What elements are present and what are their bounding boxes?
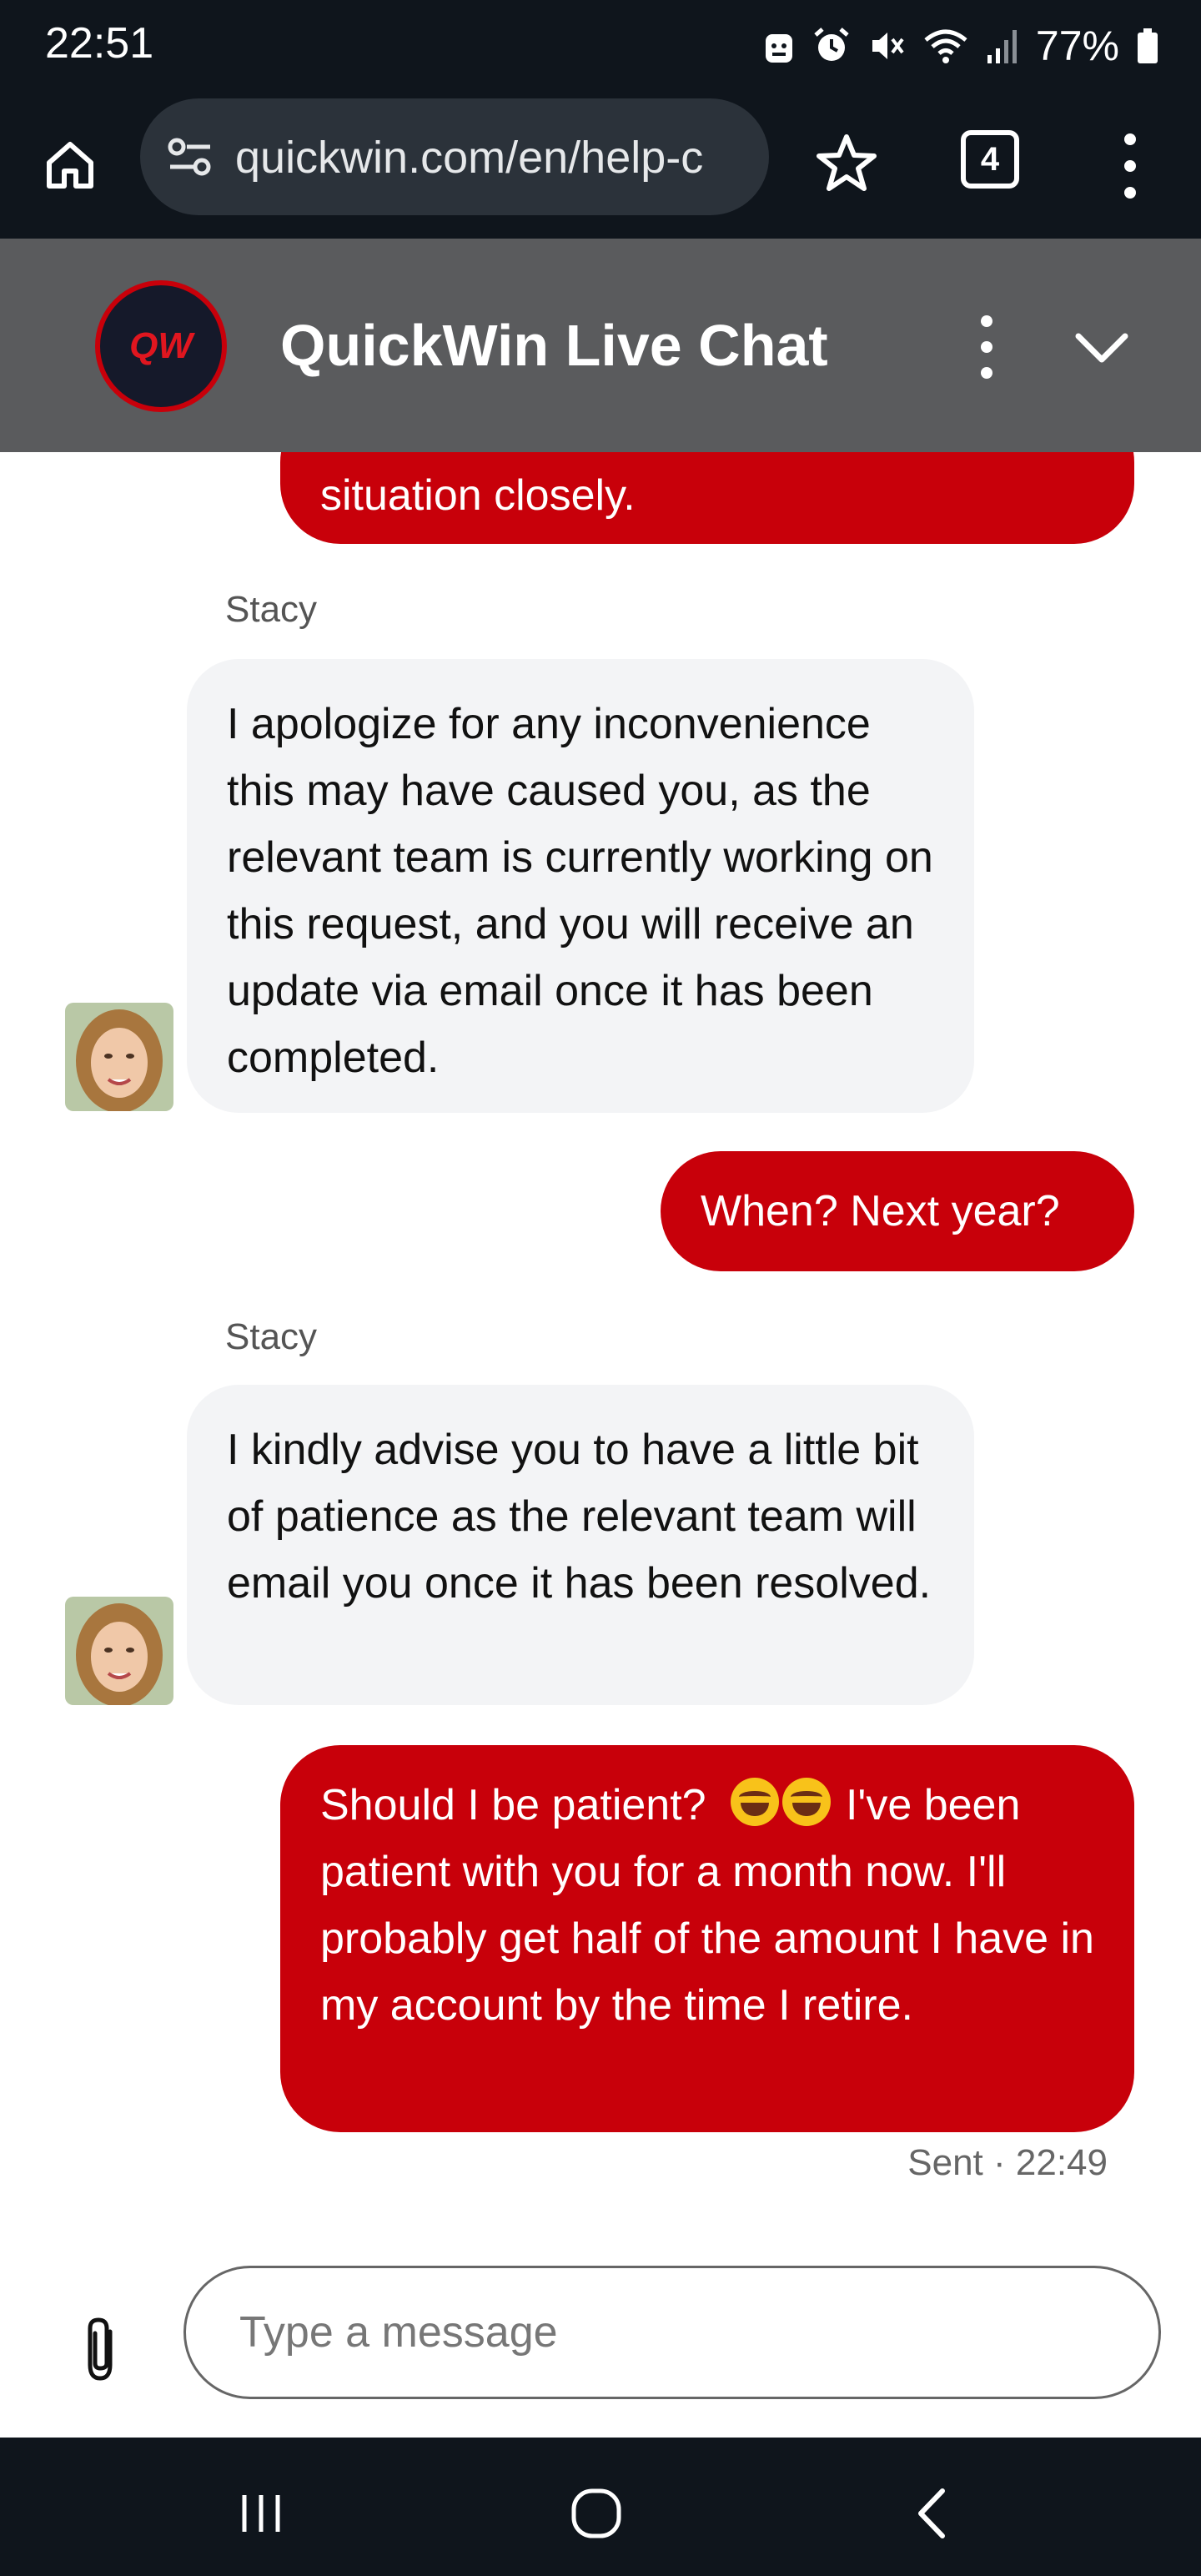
- user-message: situation closely.: [280, 452, 1134, 544]
- battery-percentage: 77%: [1035, 23, 1119, 69]
- message-text: When? Next year?: [701, 1187, 1060, 1235]
- message-list[interactable]: situation closely. Stacy I apologize for…: [0, 452, 1201, 2262]
- sent-status: Sent · 22:49: [907, 2142, 1108, 2183]
- more-vert-dot: [1124, 160, 1136, 172]
- signal-icon: [986, 27, 1019, 65]
- agent-name: Stacy: [225, 589, 318, 630]
- message-text: situation closely.: [320, 471, 636, 520]
- home-nav-button[interactable]: [559, 2476, 634, 2551]
- address-bar[interactable]: quickwin.com/en/help-c: [140, 98, 769, 215]
- system-navigation-bar: [0, 2438, 1201, 2576]
- browser-menu-button[interactable]: [1109, 128, 1151, 204]
- wifi-icon: [922, 27, 969, 65]
- status-time: 22:51: [45, 19, 154, 68]
- tabs-button[interactable]: 4: [961, 130, 1019, 189]
- message-text: Should I be patient?: [320, 1781, 706, 1829]
- message-input[interactable]: [183, 2266, 1161, 2399]
- back-button[interactable]: [894, 2476, 969, 2551]
- chat-header: QW QuickWin Live Chat: [0, 239, 1201, 452]
- agent-avatar: [65, 1003, 173, 1111]
- chevron-down-icon: [1075, 333, 1128, 363]
- chat-title: QuickWin Live Chat: [280, 313, 828, 378]
- status-icons: 77%: [762, 17, 1159, 75]
- android-icon: [762, 28, 796, 64]
- mute-icon: [867, 27, 906, 65]
- more-vert-dot: [981, 367, 992, 379]
- more-vert-icon: [1124, 133, 1136, 145]
- url-text: quickwin.com/en/help-c: [235, 133, 704, 183]
- logo-mark: QW: [129, 325, 195, 366]
- battery-icon: [1136, 27, 1159, 65]
- recent-apps-button[interactable]: [224, 2476, 299, 2551]
- home-nav-icon: [571, 2488, 621, 2538]
- back-icon: [918, 2488, 945, 2538]
- home-icon: [47, 142, 93, 189]
- agent-message: I apologize for any inconvenience this m…: [187, 659, 974, 1113]
- minimize-chat-button[interactable]: [1071, 317, 1133, 379]
- user-message: When? Next year?: [661, 1151, 1134, 1271]
- bookmark-button[interactable]: [809, 125, 884, 200]
- star-icon: [817, 134, 877, 191]
- home-button[interactable]: [37, 132, 103, 199]
- paperclip-icon: [88, 2317, 113, 2381]
- chat-menu-button[interactable]: [974, 315, 999, 379]
- more-vert-dot: [1124, 187, 1136, 199]
- agent-avatar: [65, 1597, 173, 1705]
- site-settings-icon[interactable]: [167, 133, 214, 184]
- attach-button[interactable]: [75, 2312, 125, 2387]
- alarm-icon: [812, 27, 851, 65]
- message-composer: [0, 2262, 1201, 2438]
- browser-toolbar: quickwin.com/en/help-c 4: [0, 92, 1201, 239]
- agent-name: Stacy: [225, 1316, 318, 1357]
- quickwin-logo: QW: [95, 280, 227, 412]
- recent-apps-icon: [242, 2495, 280, 2532]
- user-message: Should I be patient? I've been patient w…: [280, 1745, 1134, 2132]
- laughing-emoji-icon: [781, 1778, 831, 1826]
- message-text: I apologize for any inconvenience this m…: [227, 700, 933, 1082]
- logo-text: QW: [129, 325, 195, 366]
- status-bar: 22:51 77%: [0, 0, 1201, 92]
- laughing-emoji-icon: [730, 1778, 779, 1826]
- message-text: I kindly advise you to have a little bit…: [227, 1426, 932, 1607]
- agent-message: I kindly advise you to have a little bit…: [187, 1385, 974, 1705]
- more-vert-dot: [981, 341, 992, 353]
- more-vert-icon: [981, 315, 992, 327]
